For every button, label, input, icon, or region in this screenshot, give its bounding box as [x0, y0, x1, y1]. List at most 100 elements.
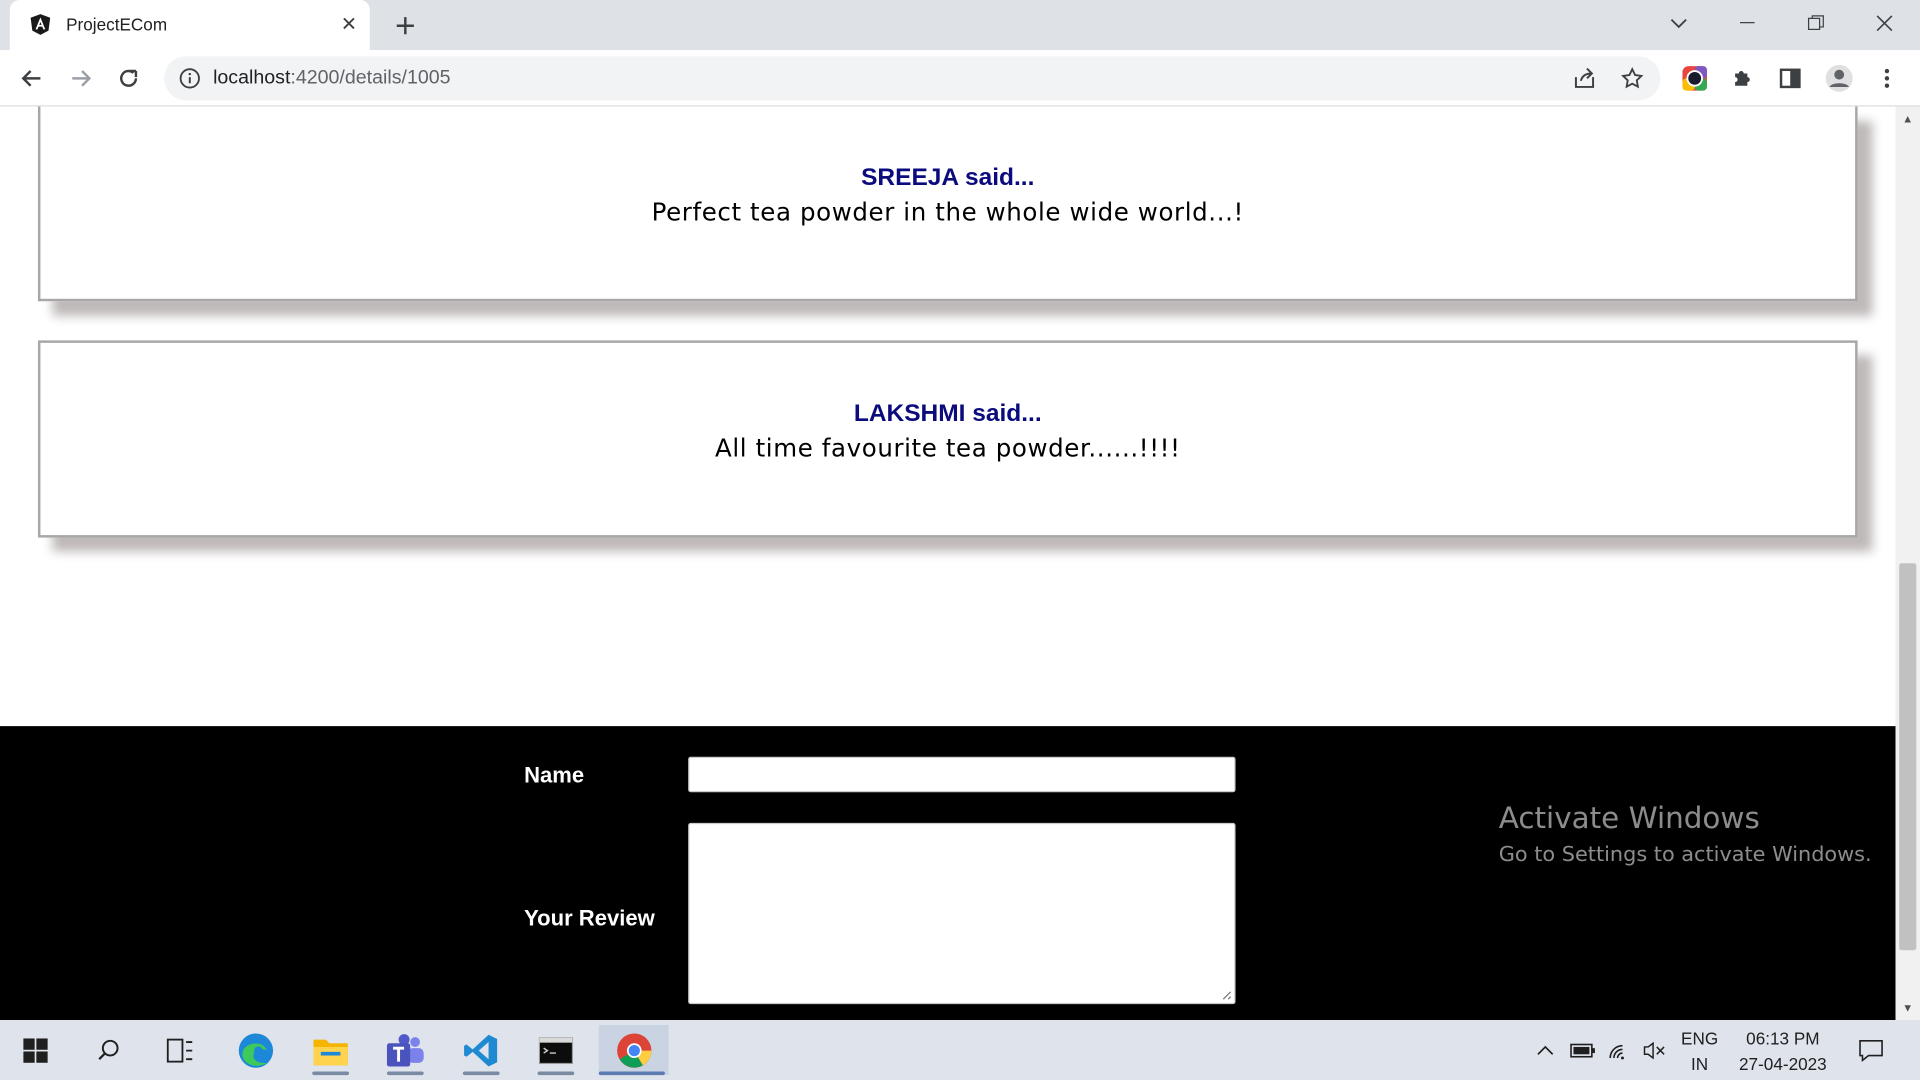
- arrow-left-icon: [21, 70, 41, 87]
- task-view-icon: [166, 1038, 193, 1062]
- scroll-up-arrow-icon[interactable]: ▲: [1896, 109, 1920, 129]
- star-icon[interactable]: [1621, 67, 1644, 89]
- page-scrollbar[interactable]: ▲ ▼: [1895, 106, 1920, 1021]
- kebab-menu-icon: [1884, 68, 1890, 88]
- chrome-button[interactable]: [598, 1024, 669, 1076]
- tab-search-button[interactable]: [1660, 7, 1697, 39]
- name-label: Name: [524, 762, 585, 788]
- profile-button[interactable]: [1825, 64, 1854, 93]
- minimize-icon: [1740, 22, 1755, 24]
- activate-windows-watermark: Activate Windows Go to Settings to activ…: [1499, 801, 1872, 867]
- name-input[interactable]: [688, 756, 1236, 793]
- teams-button[interactable]: [372, 1025, 438, 1076]
- review-card: LAKSHMI said... All time favourite tea p…: [37, 340, 1858, 538]
- browser-toolbar: localhost:4200/details/1005: [0, 50, 1920, 107]
- show-hidden-icons-button[interactable]: [1531, 1020, 1560, 1080]
- info-icon[interactable]: [179, 67, 201, 89]
- taskbar-indicator: [598, 1071, 665, 1076]
- vscode-icon: [464, 1034, 498, 1066]
- search-icon: [98, 1039, 119, 1060]
- teams-icon: [386, 1033, 424, 1066]
- review-textarea[interactable]: [688, 822, 1236, 1005]
- taskbar-indicator: [312, 1071, 349, 1076]
- screen: ProjectECom ✕ localhost:4200/details/100…: [0, 0, 1920, 1080]
- start-button[interactable]: [2, 1025, 68, 1075]
- address-bar[interactable]: localhost:4200/details/1005: [164, 56, 1661, 101]
- terminal-button[interactable]: [523, 1025, 589, 1076]
- watermark-title: Activate Windows: [1498, 800, 1760, 836]
- url-text: localhost:4200/details/1005: [213, 67, 450, 89]
- tab-projectecom[interactable]: ProjectECom ✕: [9, 0, 370, 51]
- chevron-down-icon: [1670, 18, 1687, 29]
- edge-button[interactable]: [223, 1025, 289, 1075]
- scrollbar-thumb[interactable]: [1899, 563, 1917, 951]
- network-button[interactable]: [1604, 1020, 1636, 1080]
- edge-icon: [238, 1032, 274, 1068]
- page-content: SREEJA said... Perfect tea powder in the…: [0, 106, 1896, 1021]
- tab-title: ProjectECom: [66, 14, 168, 35]
- language-indicator[interactable]: ENG IN: [1678, 1026, 1722, 1077]
- notification-icon: [1859, 1039, 1883, 1062]
- battery-button[interactable]: [1567, 1020, 1599, 1080]
- notification-center-button[interactable]: [1854, 1020, 1888, 1080]
- side-panel-button[interactable]: [1776, 64, 1805, 93]
- url-path: :4200/details/1005: [290, 67, 451, 89]
- region-code: IN: [1691, 1054, 1709, 1074]
- taskbar-indicator: [462, 1071, 500, 1076]
- task-view-button[interactable]: [147, 1025, 213, 1075]
- folder-icon: [313, 1038, 348, 1065]
- file-explorer-button[interactable]: [298, 1025, 364, 1076]
- close-window-button[interactable]: [1866, 7, 1903, 39]
- review-form: Name Your Review: [0, 726, 1896, 1021]
- restore-icon: [1807, 15, 1824, 31]
- review-card: SREEJA said... Perfect tea powder in the…: [37, 106, 1858, 302]
- share-icon[interactable]: [1572, 67, 1596, 89]
- chrome-icon: [616, 1032, 651, 1068]
- avatar-icon: [1825, 64, 1853, 92]
- clock[interactable]: 06:13 PM 27-04-2023: [1734, 1026, 1832, 1077]
- color-extension-button[interactable]: [1680, 64, 1709, 93]
- forward-button[interactable]: [66, 64, 95, 93]
- terminal-icon: [538, 1036, 574, 1064]
- taskbar-indicator: [537, 1071, 575, 1076]
- puzzle-icon: [1735, 71, 1750, 86]
- close-tab-icon[interactable]: ✕: [336, 11, 363, 38]
- reload-button[interactable]: [114, 64, 143, 93]
- windows-logo-icon: [23, 1037, 48, 1063]
- speaker-muted-icon: [1643, 1041, 1665, 1059]
- watermark-subtitle: Go to Settings to activate Windows.: [1498, 842, 1872, 867]
- taskbar-indicator: [386, 1071, 424, 1076]
- review-author: LAKSHMI said...: [853, 400, 1042, 428]
- color-picker-icon: [1682, 66, 1707, 91]
- review-label: Your Review: [524, 906, 655, 931]
- language-code: ENG: [1681, 1028, 1719, 1049]
- restore-button[interactable]: [1798, 7, 1835, 39]
- new-tab-button[interactable]: [389, 10, 421, 42]
- plus-icon: [396, 17, 414, 35]
- arrow-right-icon: [72, 70, 92, 87]
- search-button[interactable]: [76, 1025, 142, 1075]
- reload-icon: [120, 69, 138, 87]
- wifi-icon: [1609, 1044, 1624, 1059]
- tab-strip: ProjectECom ✕: [0, 0, 1920, 51]
- clock-time: 06:13 PM: [1746, 1028, 1820, 1049]
- clock-date: 27-04-2023: [1739, 1054, 1827, 1074]
- resize-grip-icon[interactable]: [1220, 988, 1232, 1000]
- menu-button[interactable]: [1872, 64, 1901, 93]
- back-button[interactable]: [17, 64, 46, 93]
- url-host: localhost: [213, 67, 291, 89]
- angular-icon: [30, 14, 51, 35]
- extensions-button[interactable]: [1728, 64, 1757, 93]
- windows-taskbar: ENG IN 06:13 PM 27-04-2023: [0, 1020, 1920, 1080]
- review-text: Perfect tea powder in the whole wide wor…: [651, 197, 1244, 227]
- battery-icon: [1570, 1043, 1595, 1057]
- volume-button[interactable]: [1638, 1020, 1670, 1080]
- chevron-up-icon: [1537, 1045, 1554, 1055]
- side-panel-icon: [1779, 68, 1801, 89]
- review-author: SREEJA said...: [861, 164, 1035, 192]
- close-icon: [1876, 15, 1893, 32]
- scroll-down-arrow-icon[interactable]: ▼: [1896, 998, 1920, 1018]
- vscode-button[interactable]: [448, 1025, 514, 1076]
- review-text: All time favourite tea powder......!!!!: [714, 433, 1181, 463]
- minimize-button[interactable]: [1729, 7, 1766, 39]
